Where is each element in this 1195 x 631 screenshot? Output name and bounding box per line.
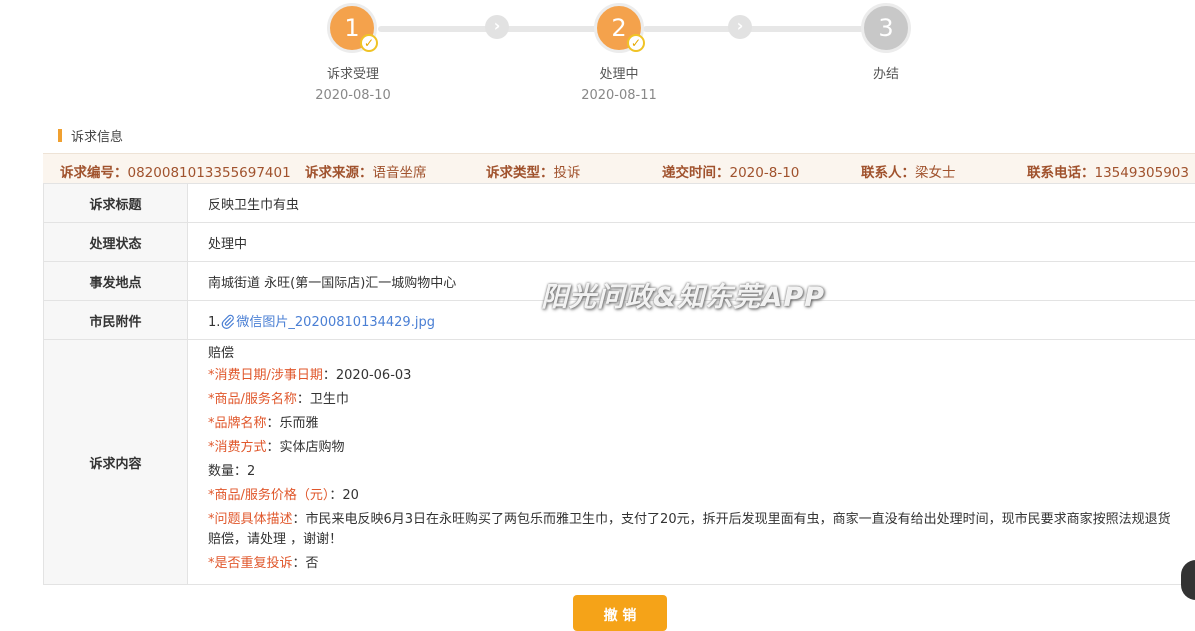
- info-bar: 诉求编号：082008101335569740​1 诉求来源：语音坐席 诉求类型…: [43, 153, 1195, 184]
- content-label: 诉求内容: [44, 340, 188, 585]
- contact-person: 联系人：梁女士: [861, 161, 956, 181]
- request-id: 诉求编号：082008101335569740​1: [60, 161, 291, 181]
- floating-scroll-button[interactable]: [1181, 560, 1195, 600]
- contact-phone: 联系电话：13549305903: [1027, 161, 1189, 181]
- check-icon: ✓: [627, 34, 645, 52]
- step-3-label: 办结: [826, 63, 946, 82]
- check-icon: ✓: [360, 34, 378, 52]
- submit-time: 递交时间：2020-8-10: [662, 161, 799, 181]
- title-value: 反映卫生巾有虫: [188, 184, 1195, 223]
- step-3-number: 3: [878, 14, 893, 42]
- title-label: 诉求标题: [44, 184, 188, 223]
- step-2-label: 处理中: [559, 63, 679, 82]
- content-line: 赔偿: [208, 346, 1182, 362]
- section-header: 诉求信息: [58, 126, 123, 145]
- progress-steps: 1 ✓ › 2 ✓ › 3 诉求受理 2020-08-10 处理中 2020-0…: [0, 0, 1195, 110]
- step-2-number: 2: [611, 14, 626, 42]
- attachment-label: 市民附件: [44, 301, 188, 340]
- content-line: *商品/服务名称：卫生巾: [208, 388, 1182, 412]
- step-3-circle: 3: [861, 3, 911, 53]
- chevron-right-icon: ›: [485, 15, 509, 39]
- status-label: 处理状态: [44, 223, 188, 262]
- step-1-date: 2020-08-10: [293, 88, 413, 103]
- request-type: 诉求类型：投诉: [486, 161, 581, 181]
- step-1-label: 诉求受理: [293, 63, 413, 82]
- status-value: 处理中: [188, 223, 1195, 262]
- progress-line: [643, 26, 865, 32]
- content-line: *品牌名称：乐而雅: [208, 412, 1182, 436]
- table-row: 诉求标题 反映卫生巾有虫: [44, 184, 1195, 223]
- step-2-circle: 2 ✓: [594, 3, 644, 53]
- paperclip-icon: [220, 315, 236, 330]
- watermark: 阳光问政&知东莞APP: [541, 275, 825, 314]
- location-label: 事发地点: [44, 262, 188, 301]
- content-line: *问题具体描述：市民来电反映6月3日在永旺购买了两包乐而雅卫生巾，支付了20元，…: [208, 508, 1182, 552]
- chevron-right-icon: ›: [728, 15, 752, 39]
- section-title: 诉求信息: [71, 126, 123, 145]
- content-line: *是否重复投诉：否: [208, 552, 1182, 576]
- content-cell: 赔偿 *消费日期/涉事日期：2020-06-03 *商品/服务名称：卫生巾 *品…: [188, 340, 1195, 585]
- attachment-link[interactable]: 微信图片_20200810134429.jpg: [236, 315, 435, 330]
- content-line: *商品/服务价格（元）：20: [208, 484, 1182, 508]
- detail-table: 诉求标题 反映卫生巾有虫 处理状态 处理中 事发地点 南城街道 永旺(第一国际店…: [43, 183, 1195, 585]
- step-1-circle: 1 ✓: [327, 3, 377, 53]
- content-line: 数量：2: [208, 460, 1182, 484]
- attachment-index: 1.: [208, 315, 220, 330]
- step-1-number: 1: [344, 14, 359, 42]
- content-line: *消费日期/涉事日期：2020-06-03: [208, 364, 1182, 388]
- cancel-button[interactable]: 撤 销: [573, 595, 667, 631]
- table-row: 处理状态 处理中: [44, 223, 1195, 262]
- content-line: *消费方式：实体店购物: [208, 436, 1182, 460]
- table-row: 诉求内容 赔偿 *消费日期/涉事日期：2020-06-03 *商品/服务名称：卫…: [44, 340, 1195, 585]
- step-2-date: 2020-08-11: [559, 88, 679, 103]
- request-source: 诉求来源：语音坐席: [305, 161, 427, 181]
- section-marker-icon: [58, 129, 62, 142]
